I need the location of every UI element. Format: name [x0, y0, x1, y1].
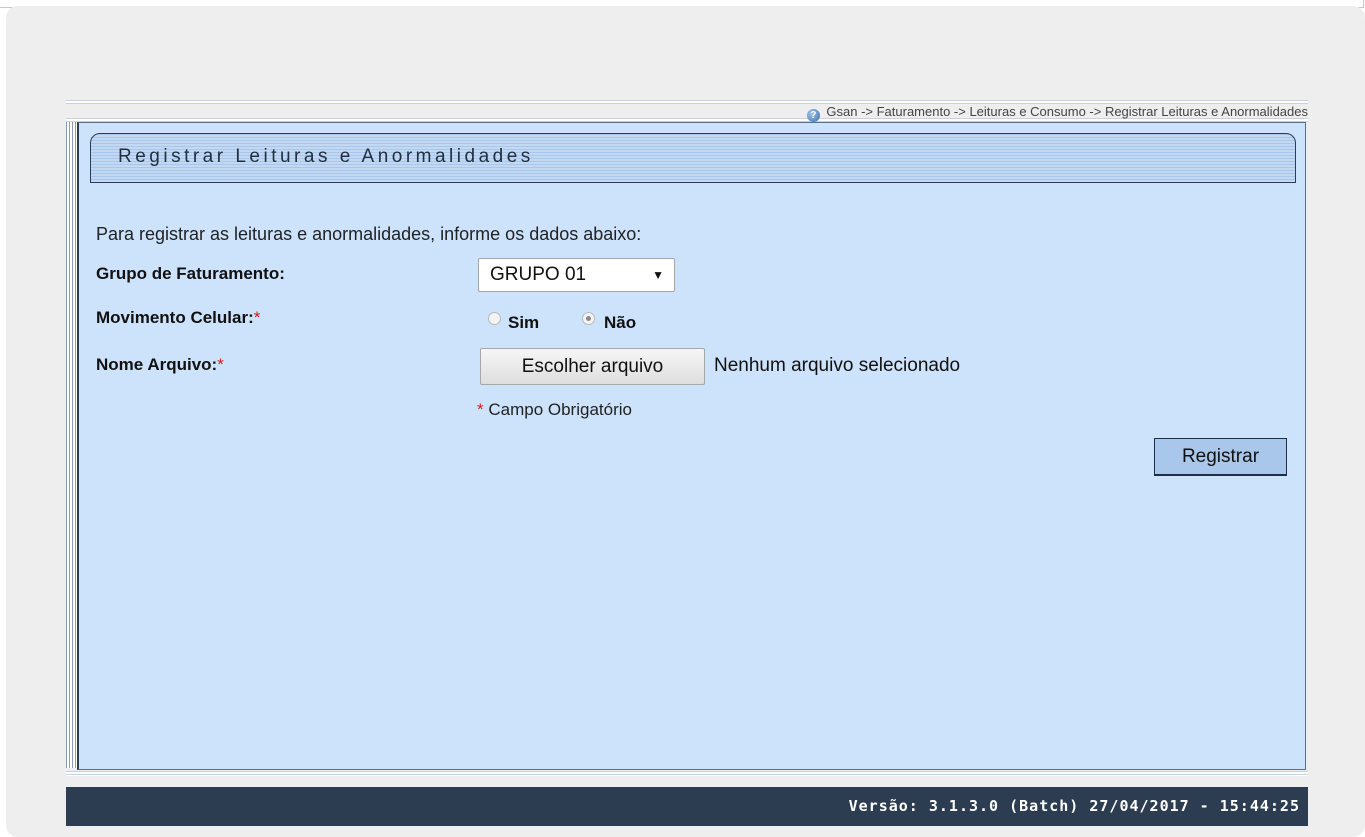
page-title: Registrar Leituras e Anormalidades [118, 146, 534, 167]
footer-stripe [66, 771, 1308, 776]
movimento-sim-label[interactable]: Sim [508, 313, 539, 333]
left-border [66, 122, 77, 768]
nome-arquivo-label: Nome Arquivo:* [96, 355, 224, 375]
file-status-text: Nenhum arquivo selecionado [714, 355, 961, 376]
help-icon[interactable]: ? [806, 109, 820, 122]
form-panel [77, 122, 1306, 770]
required-note-text: Campo Obrigatório [488, 400, 632, 419]
movimento-nao-label[interactable]: Não [604, 313, 636, 333]
required-note: * Campo Obrigatório [477, 400, 632, 420]
movimento-celular-label: Movimento Celular:* [96, 308, 260, 328]
intro-text: Para registrar as leituras e anormalidad… [96, 224, 642, 244]
required-marker: * [477, 400, 484, 419]
registrar-button[interactable]: Registrar [1154, 438, 1287, 476]
movimento-nao-radio[interactable] [582, 312, 595, 325]
breadcrumb-text: Gsan -> Faturamento -> Leituras e Consum… [826, 104, 1308, 119]
nome-arquivo-label-text: Nome Arquivo: [96, 355, 218, 374]
grupo-faturamento-select[interactable]: GRUPO 01 ▼ [478, 258, 675, 292]
required-marker: * [253, 308, 261, 327]
chevron-down-icon: ▼ [652, 268, 664, 282]
grupo-faturamento-label: Grupo de Faturamento: [96, 264, 285, 283]
required-marker: * [217, 355, 224, 374]
grupo-faturamento-value: GRUPO 01 [490, 264, 587, 285]
choose-file-button[interactable]: Escolher arquivo [480, 348, 705, 385]
movimento-sim-radio[interactable] [488, 312, 501, 325]
breadcrumb: ? Gsan -> Faturamento -> Leituras e Cons… [511, 102, 1308, 122]
movimento-celular-label-text: Movimento Celular: [96, 308, 254, 327]
version-footer: Versão: 3.1.3.0 (Batch) 27/04/2017 - 15:… [66, 787, 1308, 826]
